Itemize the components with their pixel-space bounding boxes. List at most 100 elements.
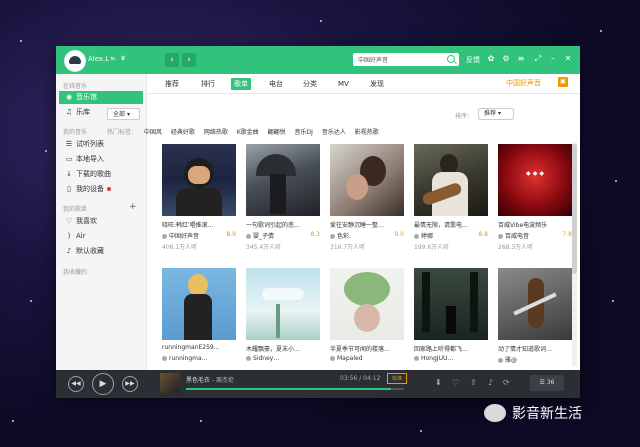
playlist-author[interactable]: 婴_子倩 — [246, 231, 274, 240]
playlist-cover[interactable] — [330, 268, 404, 340]
user-icon — [162, 356, 167, 361]
playlist-title[interactable]: 半夏季节可闻的楼落… — [330, 344, 404, 353]
previous-icon[interactable]: ◀◀ — [68, 376, 84, 392]
user-icon — [498, 234, 503, 239]
close-icon[interactable]: ✕ — [563, 54, 573, 63]
tab-recommend[interactable]: 推荐 — [162, 78, 182, 90]
playlist-author[interactable]: runningma… — [162, 355, 208, 362]
playlist-cover[interactable] — [246, 268, 320, 340]
playlist-author[interactable]: HongJUU… — [414, 355, 453, 362]
music-app-window: Alex.L ℡ ♛ ‹ › 反馈 ✿ ⚙ ≡ ⤢ – ✕ 在线音乐 ◉音乐馆 … — [56, 46, 580, 398]
username[interactable]: Alex.L — [88, 55, 109, 63]
repeat-icon[interactable]: ⟳ — [503, 378, 510, 387]
back-button[interactable]: ‹ — [165, 53, 179, 67]
sound-icon: ) — [67, 232, 71, 240]
playlist-title[interactable]: 木耀飘豪，夏末小… — [246, 344, 320, 353]
playlist-author[interactable]: Sidney… — [246, 355, 279, 362]
playlist-cover[interactable] — [498, 268, 572, 340]
hot-tag[interactable]: 影视热歌 — [355, 129, 379, 136]
hot-tag[interactable]: 中国风 — [144, 129, 162, 136]
tab-ranking[interactable]: 排行 — [198, 78, 218, 90]
playlist-author[interactable]: 婷娜 — [414, 231, 433, 240]
tab-category[interactable]: 分类 — [300, 78, 320, 90]
chevron-down-icon: ▾ — [497, 110, 501, 117]
hot-tag[interactable]: 网络热歌 — [204, 129, 228, 136]
sidebar-item-default-collection[interactable]: ♪ 默认收藏 — [59, 245, 143, 258]
next-icon[interactable]: ▶▶ — [122, 376, 138, 392]
playlist-cover[interactable] — [162, 268, 236, 340]
playlist-author[interactable]: 中国好声音 — [162, 231, 199, 240]
menu-icon[interactable]: ≡ — [516, 54, 526, 63]
avatar[interactable] — [64, 50, 86, 72]
sort-dropdown[interactable]: 推荐 ▾ — [478, 108, 514, 120]
sidebar-item-downloads[interactable]: ↓ 下载的歌曲 — [59, 168, 143, 181]
volume-icon[interactable]: ♪ — [488, 378, 493, 387]
song-title[interactable]: 黑色毛衣 — [186, 377, 210, 384]
user-icon — [414, 234, 419, 239]
list-icon: ☰ — [65, 140, 73, 148]
playlist-title[interactable]: 动了情才知道歌词… — [498, 344, 572, 353]
featured-link[interactable]: 中国好声音 — [506, 78, 541, 88]
sidebar-item-local-import[interactable]: ▭ 本地导入 — [59, 153, 143, 166]
tab-mv[interactable]: MV — [335, 78, 352, 90]
sidebar-item-favorites[interactable]: ♡ 我喜欢 — [59, 215, 143, 228]
playlist-author[interactable]: 色彩. — [330, 231, 351, 240]
playlist-listens: 268.3万人听 — [498, 244, 534, 251]
playlist-cover[interactable] — [414, 144, 488, 216]
settings-icon[interactable]: ⚙ — [501, 54, 511, 63]
now-playing-cover[interactable] — [160, 373, 180, 393]
progress-bar[interactable] — [186, 388, 404, 390]
playlist-cover[interactable] — [246, 144, 320, 216]
playlist-title[interactable]: 最情无限，请熏电… — [414, 220, 488, 229]
playlist-cover[interactable] — [162, 144, 236, 216]
like-icon[interactable]: ♡ — [452, 378, 459, 387]
all-filter-dropdown[interactable]: 全部 ▾ — [107, 108, 140, 120]
playlist-title[interactable]: 一句歌词引起的悲… — [246, 220, 320, 229]
player-bar: ◀◀ ▶ ▶▶ 黑色毛衣 - 周杰伦 03:56 / 04:12 标准 ⬇ ♡ … — [56, 370, 580, 398]
playlist-title[interactable]: runningmanE259… — [162, 344, 236, 351]
mini-mode-icon[interactable]: ⤢ — [533, 54, 543, 64]
featured-badge-icon[interactable]: ▣ — [558, 77, 568, 87]
hot-tag[interactable]: K歌金曲 — [237, 129, 259, 136]
feedback-link[interactable]: 反馈 — [466, 55, 480, 65]
tab-playlists[interactable]: 歌单 — [231, 78, 251, 90]
content-scrollbar[interactable] — [572, 142, 577, 366]
playlist-author[interactable]: 雅@ — [498, 355, 517, 364]
tab-discover[interactable]: 发现 — [367, 78, 387, 90]
search-box[interactable] — [353, 53, 459, 66]
playlist-title[interactable]: 百威Vibe电波频乐 — [498, 220, 572, 229]
sidebar-item-devices[interactable]: ▯ 我的设备 — [59, 183, 143, 196]
playlist-author[interactable]: Mapaled — [330, 355, 363, 362]
quality-badge[interactable]: 标准 — [387, 373, 407, 384]
song-artist[interactable]: 周杰伦 — [216, 377, 234, 384]
forward-button[interactable]: › — [182, 53, 196, 67]
sidebar-item-trial-list[interactable]: ☰ 试听列表 — [59, 138, 143, 151]
playlist-cover[interactable]: ◆ ◆ ◆ — [498, 144, 572, 216]
sidebar-item-air[interactable]: ) Air — [59, 230, 143, 243]
tab-radio[interactable]: 电台 — [266, 78, 286, 90]
minimize-icon[interactable]: – — [548, 54, 558, 63]
skin-icon[interactable]: ✿ — [486, 54, 496, 63]
play-icon[interactable]: ▶ — [92, 373, 114, 395]
playlist-title[interactable]: 回家路上听得都飞… — [414, 344, 488, 353]
add-playlist-icon[interactable]: + — [129, 202, 137, 212]
hot-tag[interactable]: 音乐达人 — [322, 129, 346, 136]
share-icon[interactable]: ⇪ — [470, 378, 477, 387]
sidebar-item-music-hall[interactable]: ◉ 音乐馆 — [59, 91, 143, 104]
playlist-cover[interactable] — [414, 268, 488, 340]
scrollbar-thumb[interactable] — [572, 144, 577, 274]
search-icon[interactable] — [447, 55, 455, 63]
playlist-score: 9.0 — [394, 231, 404, 238]
hot-tag[interactable]: 音乐DJ — [295, 129, 313, 136]
hot-tag[interactable]: 经典好歌 — [171, 129, 195, 136]
search-input[interactable] — [353, 53, 442, 66]
playlist-title[interactable]: 晓旺:韩红'唱推滚… — [162, 220, 236, 229]
download-icon[interactable]: ⬇ — [435, 378, 442, 387]
playlist-queue-button[interactable]: ☰ 36 — [530, 375, 564, 391]
playlist-author[interactable]: 百威电音 — [498, 231, 529, 240]
playlist-title[interactable]: 爱往安静沉睡一整… — [330, 220, 404, 229]
hot-tag[interactable]: 翩翩悦 — [268, 129, 286, 136]
sidebar-section-playlists: 我的歌单 — [63, 206, 88, 213]
playlist-cover[interactable] — [330, 144, 404, 216]
heart-icon: ♡ — [65, 217, 73, 225]
